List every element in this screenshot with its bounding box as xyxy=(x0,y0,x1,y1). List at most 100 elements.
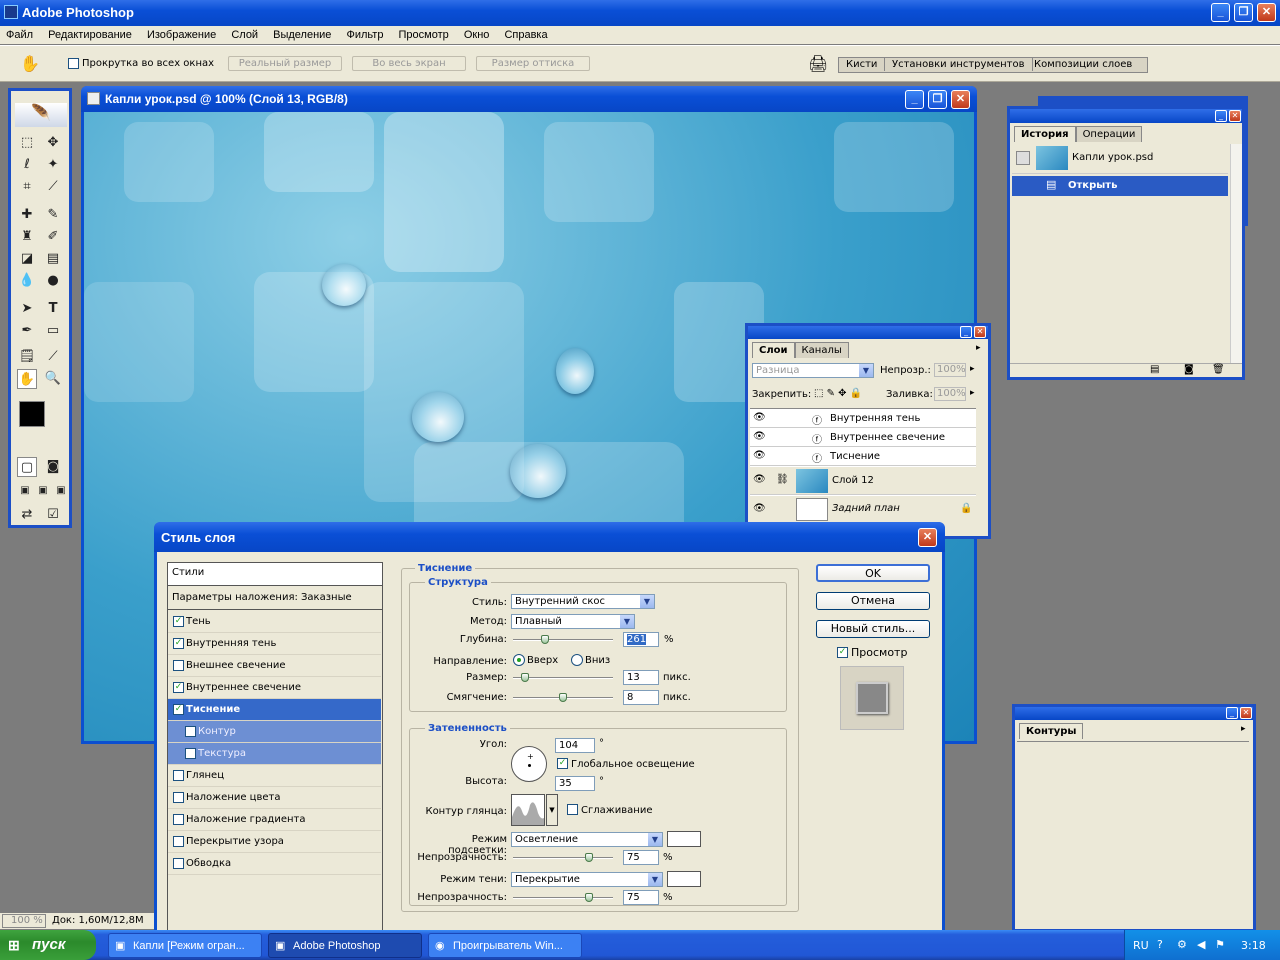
layer-effect-row[interactable]: 👁 ⓕ Тиснение xyxy=(750,447,976,466)
shadow-color-swatch[interactable] xyxy=(667,871,701,887)
depth-slider[interactable] xyxy=(513,635,613,644)
marquee-tool-icon[interactable]: ⬚ xyxy=(17,133,37,153)
dialog-close-button[interactable]: ✕ xyxy=(918,528,937,547)
blend-options-row[interactable]: Параметры наложения: Заказные xyxy=(168,587,382,610)
doc-minimize-button[interactable]: _ xyxy=(905,90,924,109)
layer-row-12[interactable]: 👁 ⛓ Слой 12 xyxy=(750,467,976,495)
bevel-style-select[interactable]: Внутренний скос xyxy=(511,594,655,609)
style-row[interactable]: ✓ Внутреннее свечение xyxy=(168,677,381,699)
shadow-opacity-slider[interactable] xyxy=(513,893,613,902)
altitude-input[interactable]: 35 xyxy=(555,776,595,791)
new-style-button[interactable]: Новый стиль... xyxy=(816,620,930,638)
highlight-mode-select[interactable]: Осветление xyxy=(511,832,663,847)
style-row[interactable]: ✓ Тень xyxy=(168,611,381,633)
taskbar-item-word[interactable]: ▣ Капли [Режим огран... xyxy=(108,933,262,958)
style-checkbox[interactable]: ✓ xyxy=(173,638,184,649)
new-document-icon[interactable]: ▤ xyxy=(1150,364,1159,375)
preview-checkbox[interactable]: ✓ xyxy=(837,647,848,658)
style-checkbox[interactable]: ✓ xyxy=(173,682,184,693)
taskbar-item-photoshop[interactable]: ▣ Adobe Photoshop xyxy=(268,933,422,958)
style-checkbox[interactable]: ✓ xyxy=(173,704,184,715)
style-row[interactable]: ✓ Внутренняя тень xyxy=(168,633,381,655)
menu-edit[interactable]: Редактирование xyxy=(48,29,132,41)
pen-tool-icon[interactable]: ✒ xyxy=(17,321,37,341)
style-row[interactable]: Глянец xyxy=(168,765,381,787)
tab-paths[interactable]: Контуры xyxy=(1019,723,1084,739)
history-scrollbar[interactable] xyxy=(1230,144,1242,364)
style-row[interactable]: Внешнее свечение xyxy=(168,655,381,677)
lasso-tool-icon[interactable]: ℓ xyxy=(17,155,37,175)
actual-size-button[interactable]: Реальный размер xyxy=(228,56,342,71)
hand-tool-active-icon[interactable]: ✋ xyxy=(17,369,37,389)
technique-select[interactable]: Плавный xyxy=(511,614,635,629)
standard-mode-icon[interactable]: ▢ xyxy=(17,457,37,477)
depth-slider-knob[interactable] xyxy=(541,635,549,644)
path-selection-icon[interactable]: ➤ xyxy=(17,299,37,319)
shadow-opacity-input[interactable]: 75 xyxy=(623,890,659,905)
opacity-field[interactable]: 100% xyxy=(934,363,966,377)
direction-up-radio[interactable] xyxy=(513,654,525,666)
quick-mask-icon[interactable]: ◙ xyxy=(43,457,63,477)
style-checkbox[interactable] xyxy=(185,748,196,759)
history-brush-source-icon[interactable] xyxy=(1016,151,1030,165)
eye-icon[interactable]: 👁 xyxy=(753,412,766,423)
angle-dial[interactable]: + xyxy=(511,746,547,782)
paths-minimize-button[interactable]: _ xyxy=(1226,707,1238,719)
dodge-tool-icon[interactable]: ● xyxy=(43,271,63,291)
menu-image[interactable]: Изображение xyxy=(147,29,216,41)
tab-layers[interactable]: Слои xyxy=(752,342,795,358)
scroll-all-checkbox[interactable] xyxy=(68,58,79,69)
history-step-row[interactable]: ▤ Открыть xyxy=(1012,176,1228,196)
close-button[interactable]: ✕ xyxy=(1257,3,1276,22)
print-size-button[interactable]: Размер оттиска xyxy=(476,56,590,71)
screen-mode-3-icon[interactable]: ▣ xyxy=(51,481,71,501)
direction-down-radio[interactable] xyxy=(571,654,583,666)
help-tray-icon[interactable]: ? xyxy=(1157,938,1163,951)
trash-icon[interactable]: 🗑 xyxy=(1212,364,1225,375)
style-checkbox[interactable] xyxy=(173,814,184,825)
screen-mode-2-icon[interactable]: ▣ xyxy=(33,481,53,501)
shadow-opacity-knob[interactable] xyxy=(585,893,593,902)
style-row[interactable]: Наложение градиента xyxy=(168,809,381,831)
edit-icon[interactable]: ☑ xyxy=(43,505,63,525)
lock-icons[interactable]: ⬚ ✎ ✥ 🔒 xyxy=(814,388,862,399)
blur-tool-icon[interactable]: 💧 xyxy=(17,271,37,291)
palette-well-layer-comps[interactable]: Композиции слоев xyxy=(1027,58,1139,71)
layers-close-button[interactable]: ✕ xyxy=(974,326,986,338)
size-input[interactable]: 13 xyxy=(623,670,659,685)
history-brush-icon[interactable]: ✐ xyxy=(43,227,63,247)
minimize-button[interactable]: _ xyxy=(1211,3,1230,22)
paths-menu-arrow-icon[interactable]: ▸ xyxy=(1241,724,1246,734)
jump-to-imageready-icon[interactable]: ⇄ xyxy=(17,505,37,525)
crop-tool-icon[interactable]: ⌗ xyxy=(17,177,37,197)
antivirus-tray-icon[interactable]: ⚑ xyxy=(1215,938,1225,951)
taskbar-item-media-player[interactable]: ◉ Проигрыватель Win... xyxy=(428,933,582,958)
link-icon[interactable]: ⛓ xyxy=(776,474,789,485)
angle-input[interactable]: 104 xyxy=(555,738,595,753)
ok-button[interactable]: OK xyxy=(816,564,930,582)
fill-field[interactable]: 100% xyxy=(934,387,966,401)
doc-close-button[interactable]: ✕ xyxy=(951,90,970,109)
layers-menu-arrow-icon[interactable]: ▸ xyxy=(976,343,981,353)
start-button[interactable]: ⊞ пуск xyxy=(0,930,96,960)
style-row[interactable]: Текстура xyxy=(168,743,381,765)
eye-icon[interactable]: 👁 xyxy=(753,474,766,485)
highlight-opacity-input[interactable]: 75 xyxy=(623,850,659,865)
tab-channels[interactable]: Каналы xyxy=(794,342,849,358)
tab-actions[interactable]: Операции xyxy=(1075,126,1143,142)
soften-input[interactable]: 8 xyxy=(623,690,659,705)
shadow-mode-select[interactable]: Перекрытие xyxy=(511,872,663,887)
highlight-opacity-slider[interactable] xyxy=(513,853,613,862)
layer-row-background[interactable]: 👁 Задний план 🔒 xyxy=(750,496,976,523)
history-close-button[interactable]: ✕ xyxy=(1229,110,1241,122)
eyedropper-tool-icon[interactable]: ⟋ xyxy=(43,347,63,367)
clone-stamp-icon[interactable]: ♜ xyxy=(17,227,37,247)
layer-effect-row[interactable]: 👁 ⓕ Внутренняя тень xyxy=(750,409,976,428)
size-slider-knob[interactable] xyxy=(521,673,529,682)
healing-brush-icon[interactable]: ✚ xyxy=(17,205,37,225)
menu-view[interactable]: Просмотр xyxy=(399,29,449,41)
style-checkbox[interactable]: ✓ xyxy=(173,616,184,627)
fit-screen-button[interactable]: Во весь экран xyxy=(352,56,466,71)
gradient-tool-icon[interactable]: ▤ xyxy=(43,249,63,269)
style-row[interactable]: Обводка xyxy=(168,853,381,875)
